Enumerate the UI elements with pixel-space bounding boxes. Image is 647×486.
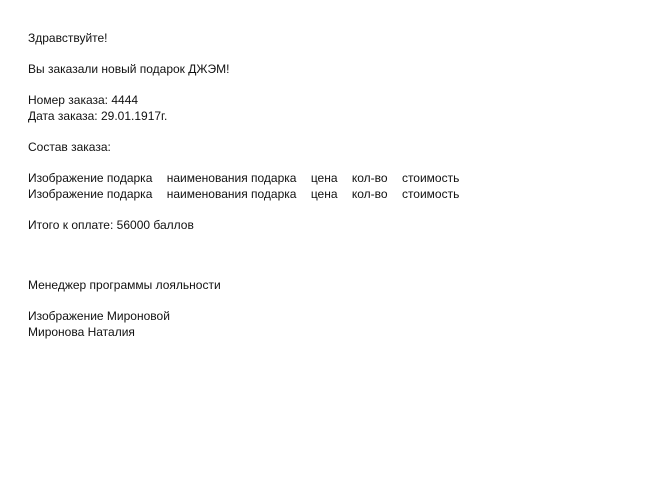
- item-quantity: кол-во: [351, 171, 388, 185]
- signature-image-placeholder: Изображение Мироновой: [28, 309, 170, 323]
- greeting-text: Здравствуйте!: [28, 31, 108, 45]
- order-date: Дата заказа: 29.01.1917г.: [28, 108, 628, 124]
- order-item-row: Изображение подарка наименования подарка…: [28, 186, 628, 202]
- composition-title: Состав заказа:: [28, 140, 111, 154]
- item-cost: стоимость: [401, 171, 460, 185]
- item-name: наименования подарка: [166, 171, 297, 185]
- order-number-value: 4444: [111, 93, 139, 107]
- order-total: Итого к оплате: 56000 баллов: [28, 217, 628, 233]
- item-price: цена: [310, 187, 338, 201]
- item-quantity: кол-во: [351, 187, 388, 201]
- order-date-label: Дата заказа:: [28, 109, 98, 123]
- item-price: цена: [310, 171, 338, 185]
- manager-name: Миронова Наталия: [28, 325, 135, 339]
- order-number: Номер заказа: 4444: [28, 92, 628, 108]
- email-body: Здравствуйте! Вы заказали новый подарок …: [28, 30, 628, 340]
- item-cost: стоимость: [401, 187, 460, 201]
- item-image-placeholder: Изображение подарка: [28, 187, 153, 201]
- item-name: наименования подарка: [166, 187, 297, 201]
- order-date-value: 29.01.1917г.: [101, 109, 168, 123]
- intro-text: Вы заказали новый подарок ДЖЭМ!: [28, 62, 230, 76]
- manager-role: Менеджер программы лояльности: [28, 278, 221, 292]
- item-image-placeholder: Изображение подарка: [28, 171, 153, 185]
- total-value: 56000 баллов: [116, 218, 194, 232]
- total-label: Итого к оплате:: [28, 218, 114, 232]
- order-item-row: Изображение подарка наименования подарка…: [28, 170, 628, 186]
- order-number-label: Номер заказа:: [28, 93, 109, 107]
